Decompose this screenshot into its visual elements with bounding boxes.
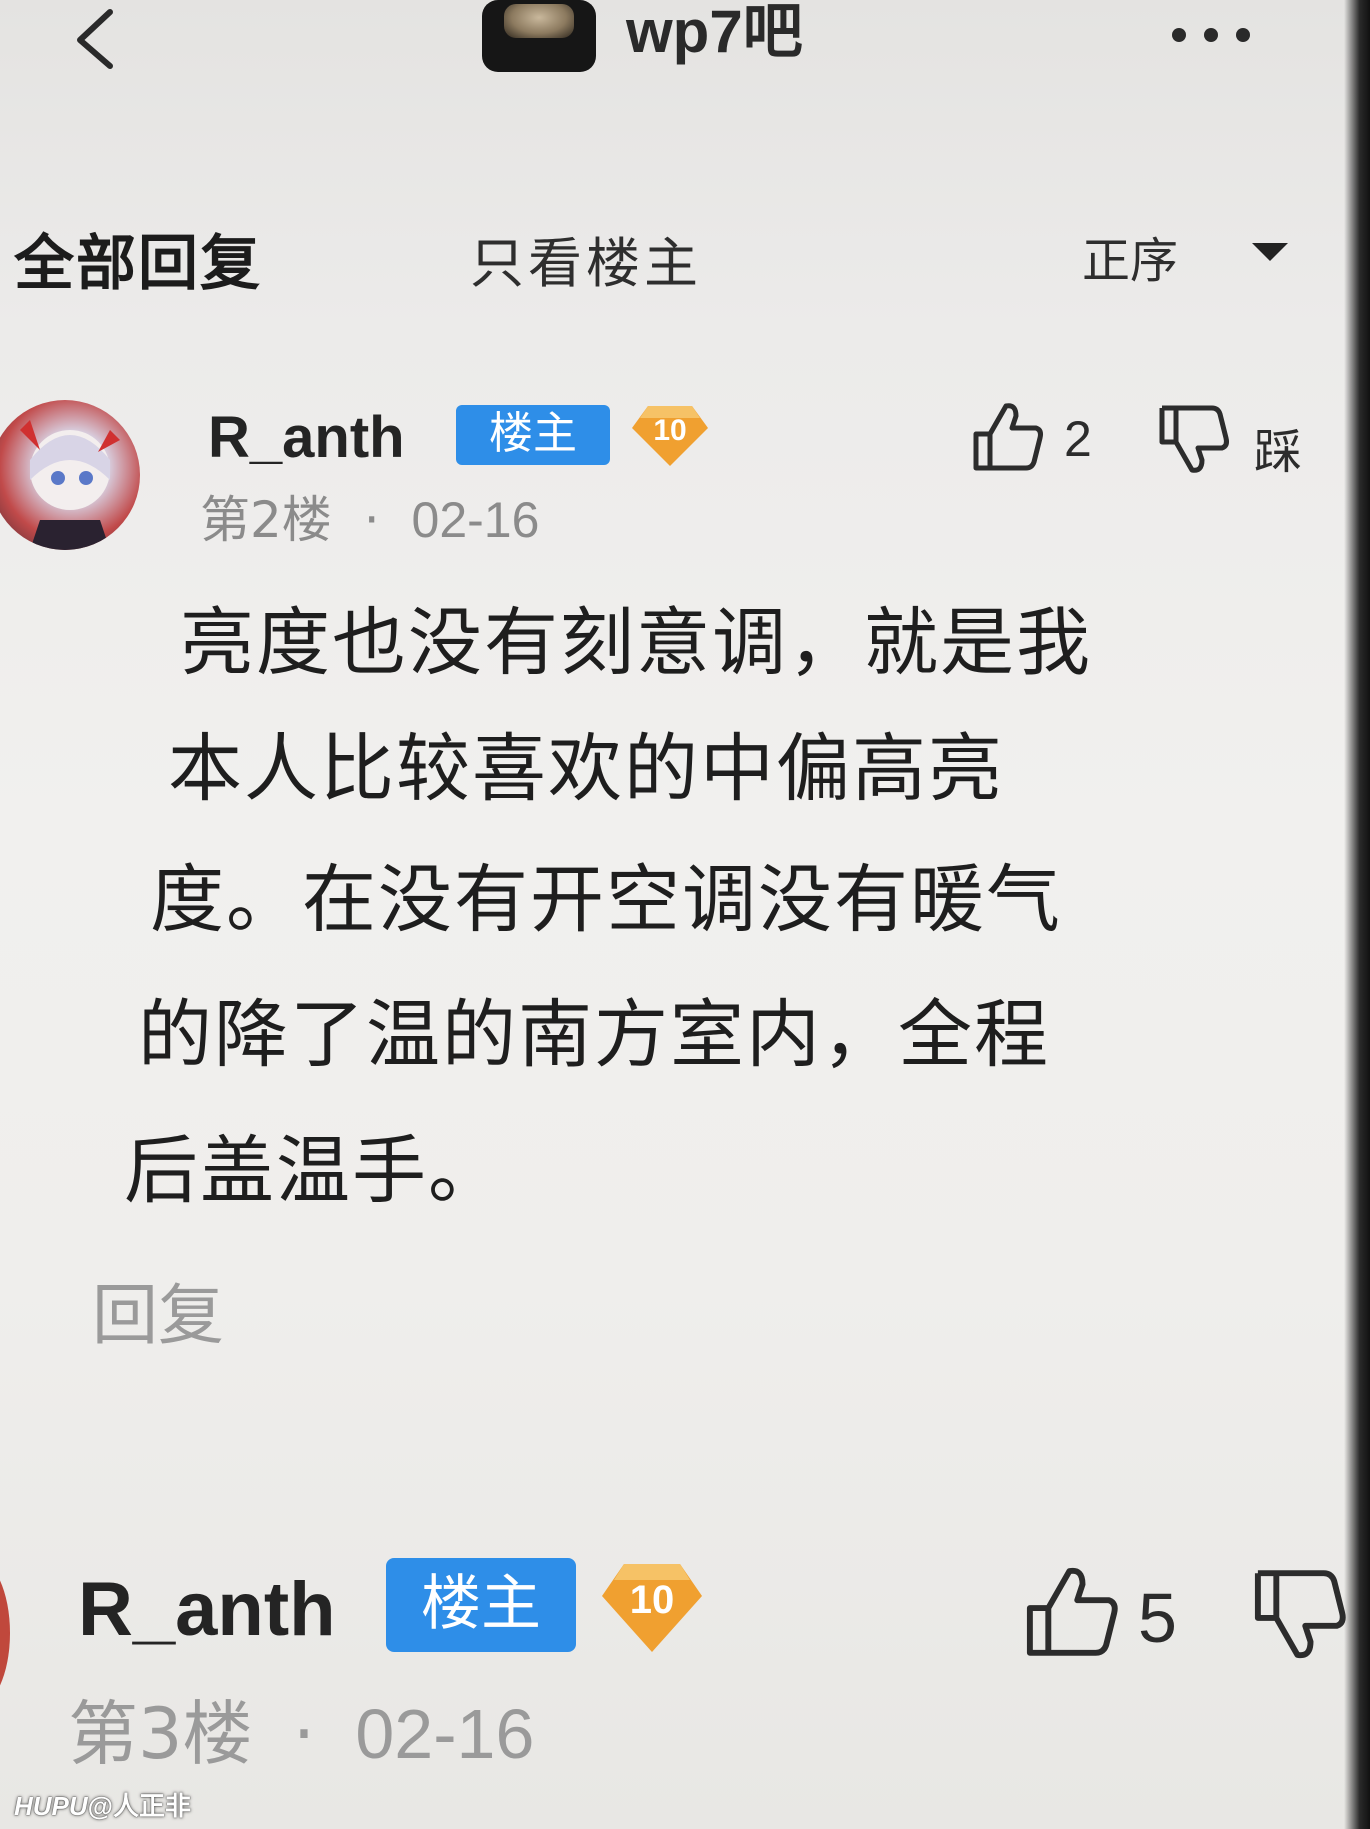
meta-separator: ·	[292, 1693, 316, 1775]
dislike-button[interactable]	[1250, 1562, 1350, 1666]
tab-only-op[interactable]: 只看楼主	[470, 219, 702, 298]
floor-and-date: 第2楼 · 02-16	[200, 480, 539, 552]
post-content-line: 后盖温手。	[124, 1128, 504, 1214]
thumbs-down-icon	[1159, 405, 1229, 473]
watermark-handle: @人正非	[87, 1791, 192, 1821]
sort-dropdown[interactable]: 正序	[1082, 221, 1292, 289]
thumbs-down-icon	[1254, 1570, 1346, 1659]
like-button[interactable]	[1022, 1562, 1122, 1662]
post-content-line: 本人比较喜欢的中偏高亮	[168, 726, 1004, 812]
username[interactable]: R_anth	[208, 404, 405, 471]
op-badge: 楼主	[456, 405, 610, 465]
floor-number: 第3楼	[68, 1693, 253, 1775]
device-bezel	[1344, 0, 1370, 1829]
reply-button[interactable]: 回复	[92, 1262, 224, 1358]
more-dots-icon	[1172, 28, 1186, 42]
level-badge: 10	[598, 1556, 706, 1656]
floor-and-date: 第3楼 · 02-16	[68, 1678, 534, 1779]
forum-avatar[interactable]	[482, 0, 596, 72]
thumbs-up-icon	[973, 403, 1043, 471]
avatar[interactable]	[0, 400, 140, 550]
watermark: HUPU@人正非	[14, 1786, 191, 1823]
watermark-brand: HUPU	[14, 1791, 88, 1821]
avatar[interactable]	[0, 1558, 10, 1708]
caret-down-icon	[1252, 243, 1288, 261]
post-date: 02-16	[355, 1695, 535, 1773]
chevron-left-icon	[77, 9, 113, 69]
like-count: 2	[1064, 411, 1092, 467]
forum-title[interactable]: wp7吧	[626, 0, 803, 64]
like-button[interactable]	[970, 400, 1050, 474]
meta-separator: ·	[363, 491, 380, 549]
more-button[interactable]	[1164, 20, 1264, 48]
like-count: 5	[1138, 1579, 1177, 1657]
post-date: 02-16	[411, 492, 540, 548]
thread-page: wp7吧 全部回复 只看楼主 正序 R_anth 楼主 10 第2楼 · 02-…	[0, 0, 1370, 1829]
tab-all-replies[interactable]: 全部回复	[14, 215, 262, 302]
floor-number: 第2楼	[200, 491, 332, 549]
sort-label: 正序	[1082, 233, 1179, 289]
username[interactable]: R_anth	[78, 1566, 336, 1653]
dislike-button[interactable]: 踩	[1156, 402, 1356, 480]
post-content-line: 度。在没有开空调没有暖气	[150, 857, 1062, 943]
reply-filter-bar: 全部回复 只看楼主 正序	[0, 195, 1344, 305]
dislike-label: 踩	[1254, 424, 1303, 480]
thumbs-up-icon	[1026, 1567, 1118, 1656]
post-content-line: 亮度也没有刻意调，就是我	[180, 600, 1092, 686]
anime-avatar-icon	[20, 420, 120, 550]
post-content-line: 的降了温的南方室内，全程	[138, 992, 1050, 1078]
op-badge: 楼主	[386, 1558, 576, 1652]
top-navbar: wp7吧	[0, 0, 1344, 90]
back-button[interactable]	[70, 6, 140, 76]
level-badge: 10	[628, 400, 712, 470]
